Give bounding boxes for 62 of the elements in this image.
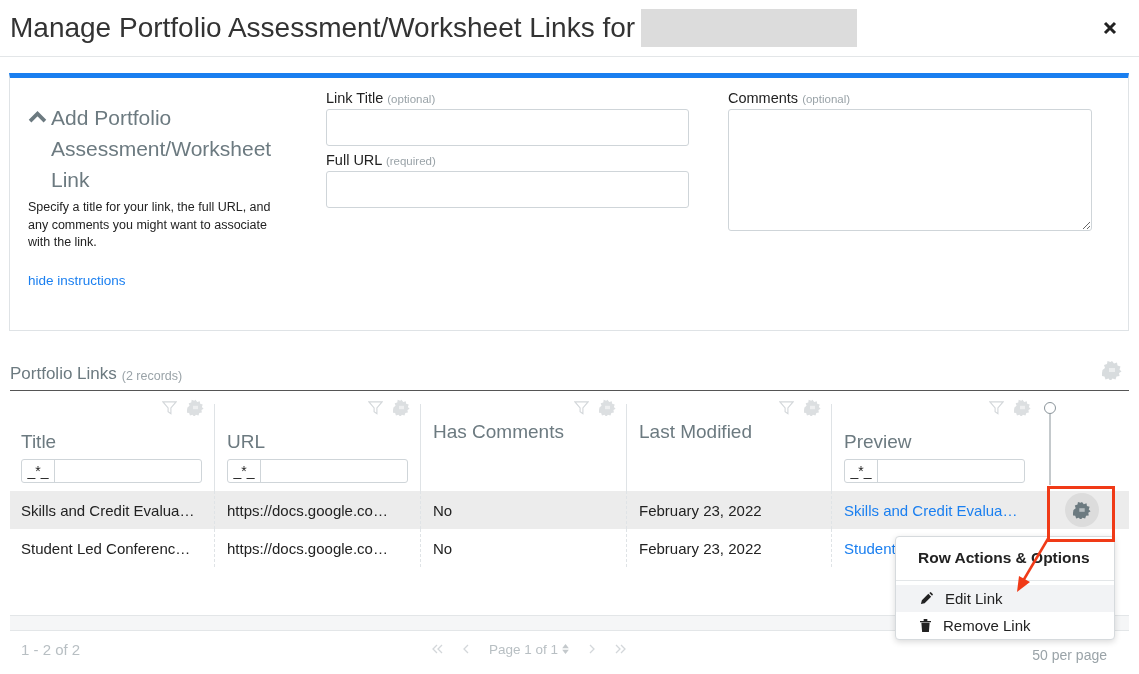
filter-icon[interactable] [779,400,794,415]
table-row[interactable]: Skills and Credit Evalua… https://docs.google.co… No February 23, 2022 [10,491,831,529]
pencil-icon [920,592,933,605]
table-cell: https://docs.google.co… [227,501,388,519]
field-label: Link Title [326,90,384,106]
settings-icon[interactable] [187,399,204,416]
text-field[interactable] [326,109,689,146]
field-label: Comments [728,90,799,106]
menu-item[interactable]: Remove Link [896,612,1114,639]
gear-icon [1073,501,1091,519]
filter-icon[interactable] [574,400,589,415]
table-title: Portfolio Links [10,364,117,384]
dialog-title: Manage Portfolio Assessment/Worksheet Links for [10,12,636,44]
field-hint: (optional) [387,93,436,105]
per-page-selector[interactable]: 50 per page [1032,647,1107,663]
hide-instructions-link[interactable]: hide instructions [28,272,126,288]
previous-page-icon[interactable] [463,644,469,654]
row-actions-button[interactable] [1065,493,1099,527]
last-page-icon[interactable] [615,644,628,654]
settings-icon[interactable] [804,399,821,416]
table-cell: https://docs.google.co… [227,539,388,557]
filter-icon[interactable] [989,400,1004,415]
table-cell: February 23, 2022 [639,501,762,519]
filter-field[interactable]: _*_ [21,459,202,483]
preview-link[interactable]: Student [844,539,896,557]
resize-handle[interactable] [1043,401,1057,485]
column-header[interactable]: Has Comments [433,421,564,443]
highlight-box [1047,486,1115,542]
first-page-icon[interactable] [431,644,443,654]
filter-icon[interactable] [162,400,177,415]
record-range: 1 - 2 of 2 [21,640,82,658]
trash-icon [920,619,931,632]
table-cell: No [433,501,453,519]
settings-icon[interactable] [1014,399,1031,416]
filter-icon[interactable] [368,400,383,415]
column-header[interactable]: Preview [844,431,912,453]
chevron-up-icon[interactable] [28,110,47,123]
field-hint: (optional) [802,93,851,105]
table-cell: February 23, 2022 [639,539,762,557]
column-header[interactable]: Last Modified [639,421,752,443]
record-count: (2 records) [121,368,183,383]
filter-field[interactable]: _*_ [227,459,408,483]
settings-icon[interactable] [1102,360,1122,380]
close-icon[interactable] [1103,21,1117,35]
menu-item[interactable]: Edit Link [896,585,1114,612]
next-page-icon[interactable] [589,644,596,654]
filter-field[interactable]: _*_ [844,459,1025,483]
column-header[interactable]: URL [227,431,265,453]
settings-icon[interactable] [393,399,410,416]
settings-icon[interactable] [599,399,616,416]
comments-field[interactable] [728,109,1092,231]
panel-heading: Add Portfolio Assessment/Worksheet Link [51,105,271,193]
field-label: Full URL [326,152,382,168]
text-field[interactable] [326,171,689,208]
table-row[interactable]: Student Led Conferenc… https://docs.google.co… No February 23, 2022 [10,529,831,567]
instructions-text: Specify a title for your link, the full URL, and any comments you might want to associate with the link. [28,199,272,251]
table-cell: No [433,539,453,557]
table-cell: Skills and Credit Evalua… [21,501,195,519]
sort-caret-icon [562,644,570,654]
field-hint: (required) [385,155,436,167]
table-cell: Student Led Conferenc… [21,539,191,557]
column-header[interactable]: Title [21,431,57,453]
